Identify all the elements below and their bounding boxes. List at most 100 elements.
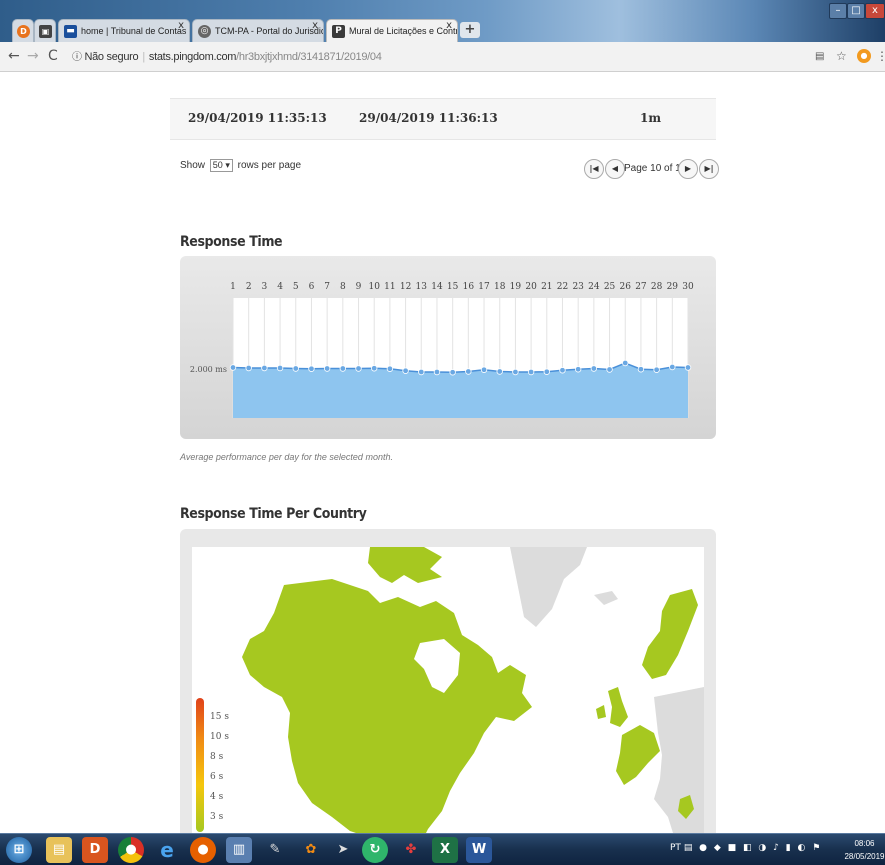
x-tick-label: 3: [262, 282, 268, 292]
data-point: [433, 368, 441, 376]
file-explorer-icon[interactable]: ▤: [46, 837, 72, 863]
data-point: [229, 364, 237, 371]
page-content: 29/04/2019 11:35:13 29/04/2019 11:36:13 …: [0, 72, 885, 833]
data-point: [465, 368, 472, 375]
response-time-caption: Average performance per day for the sele…: [180, 452, 393, 462]
close-tab-icon[interactable]: x: [446, 20, 452, 31]
summary-duration: 1m: [640, 111, 662, 125]
x-tick-label: 26: [620, 282, 632, 292]
x-tick-label: 2: [246, 282, 252, 292]
reload-icon[interactable]: C: [48, 48, 58, 64]
x-tick-label: 9: [356, 282, 362, 292]
data-point: [684, 364, 692, 371]
data-point: [371, 365, 378, 372]
data-point: [245, 364, 252, 372]
document-app-icon[interactable]: ▥: [226, 837, 252, 863]
last-page-button[interactable]: ▶|: [699, 159, 719, 179]
pinned-tab-1[interactable]: D: [12, 19, 34, 43]
chrome-icon[interactable]: ●: [118, 837, 144, 863]
legend-label: 3 s: [210, 812, 224, 822]
forward-arrow-icon[interactable]: →: [27, 48, 39, 64]
x-tick-label: 1: [230, 282, 236, 292]
world-map: [192, 547, 704, 833]
media-icon[interactable]: ✿: [298, 837, 324, 863]
tab-tce-home[interactable]: ▬ home | Tribunal de Contas dos M x: [58, 19, 190, 43]
summary-end-time: 29/04/2019 11:36:13: [359, 111, 498, 125]
office-app-icon[interactable]: D: [82, 837, 108, 863]
next-page-button[interactable]: ▶: [678, 159, 698, 179]
extension-icon[interactable]: ●: [857, 49, 871, 63]
data-point: [653, 366, 660, 373]
x-tick-label: 6: [309, 282, 315, 292]
data-point: [323, 365, 331, 372]
address-separator: |: [142, 51, 145, 63]
page-indicator: Page 10 of 11: [624, 163, 686, 174]
data-point: [355, 365, 362, 372]
excel-icon[interactable]: X: [432, 837, 458, 863]
pinned-tab-2[interactable]: ▣: [34, 19, 56, 43]
bookmark-star-icon[interactable]: ☆: [836, 49, 847, 63]
clock-time: 08:06: [854, 839, 875, 848]
url-path: /hr3bxjtjxhmd/3141871/2019/04: [236, 51, 382, 63]
x-tick-label: 29: [667, 282, 679, 292]
x-tick-label: 19: [510, 282, 522, 292]
data-point: [669, 363, 676, 371]
word-icon[interactable]: W: [466, 837, 492, 863]
response-time-chart: 1 2 3 4 5 6 7 8 9 10 11 12 13 14 15 16 17 18 19 20 21 22 23 24 2…: [190, 282, 694, 418]
tab-label: Mural de Licitações e Contratos: [349, 26, 457, 36]
tab-mural-licitacoes[interactable]: P Mural de Licitações e Contratos x: [326, 19, 458, 43]
data-point: [559, 367, 566, 374]
x-tick-label: 22: [557, 282, 568, 292]
internet-explorer-icon[interactable]: e: [154, 837, 180, 863]
summary-start-time: 29/04/2019 11:35:13: [188, 111, 327, 125]
tray-icons[interactable]: ▤ ● ◆ ■ ◧ ◑ ♪ ▮ ◐ ⚑: [684, 843, 823, 853]
rows-per-page-select[interactable]: 50 ▾: [209, 159, 233, 172]
tab-label: TCM-PA - Portal do Jurisdicionad: [215, 26, 323, 36]
pingdom-favicon-icon: P: [332, 25, 345, 38]
data-point: [402, 367, 409, 374]
translate-icon[interactable]: ▤: [815, 51, 824, 62]
address-bar[interactable]: ⓘ Não seguro | stats.pingdom.com/hr3bxjtjx…: [72, 47, 802, 67]
x-tick-label: 15: [447, 282, 459, 292]
data-point: [637, 366, 645, 373]
rows-per-page-control: Show 50 ▾ rows per page: [180, 159, 301, 172]
close-tab-icon[interactable]: x: [178, 20, 184, 31]
data-point: [527, 368, 535, 376]
legend-label: 8 s: [210, 752, 224, 762]
legend-color-bar: [196, 698, 204, 832]
info-icon: ⓘ: [72, 52, 82, 63]
x-tick-label: 18: [494, 282, 506, 292]
prev-page-button[interactable]: ◀: [605, 159, 625, 179]
language-indicator[interactable]: PT: [670, 843, 681, 853]
start-button-icon[interactable]: ⊞: [6, 837, 32, 863]
rows-per-page-label: rows per page: [237, 160, 302, 171]
firefox-icon[interactable]: ●: [190, 837, 216, 863]
data-point: [622, 359, 629, 367]
tab-tcm-pa[interactable]: ◎ TCM-PA - Portal do Jurisdicionad x: [192, 19, 324, 43]
data-point: [574, 366, 582, 373]
tce-favicon-icon: ▬: [64, 25, 77, 38]
x-tick-label: 17: [478, 282, 490, 292]
clock-date: 28/05/2019: [844, 852, 885, 861]
data-point: [261, 364, 268, 372]
x-tick-label: 24: [588, 282, 600, 292]
tool-icon[interactable]: ➤: [330, 837, 356, 863]
data-point: [480, 366, 488, 373]
system-clock[interactable]: 08:06 28/05/2019: [844, 837, 885, 863]
rows-select-value: 50: [212, 160, 223, 170]
first-page-button[interactable]: |◀: [584, 159, 604, 179]
data-point: [543, 368, 550, 375]
back-arrow-icon[interactable]: ←: [8, 48, 20, 64]
x-tick-label: 13: [416, 282, 428, 292]
data-point: [418, 368, 425, 376]
document-icon: ▣: [39, 25, 52, 38]
x-tick-label: 8: [340, 282, 346, 292]
green-app-icon[interactable]: ↻: [362, 837, 388, 863]
paint-icon[interactable]: ✎: [262, 837, 288, 863]
response-time-per-country-heading: Response Time Per Country: [180, 506, 367, 522]
puzzle-app-icon[interactable]: ✤: [398, 837, 424, 863]
legend-label: 6 s: [210, 772, 224, 782]
close-tab-icon[interactable]: x: [312, 20, 318, 31]
menu-icon[interactable]: ⋮: [876, 49, 885, 63]
new-tab-button[interactable]: +: [460, 22, 480, 38]
